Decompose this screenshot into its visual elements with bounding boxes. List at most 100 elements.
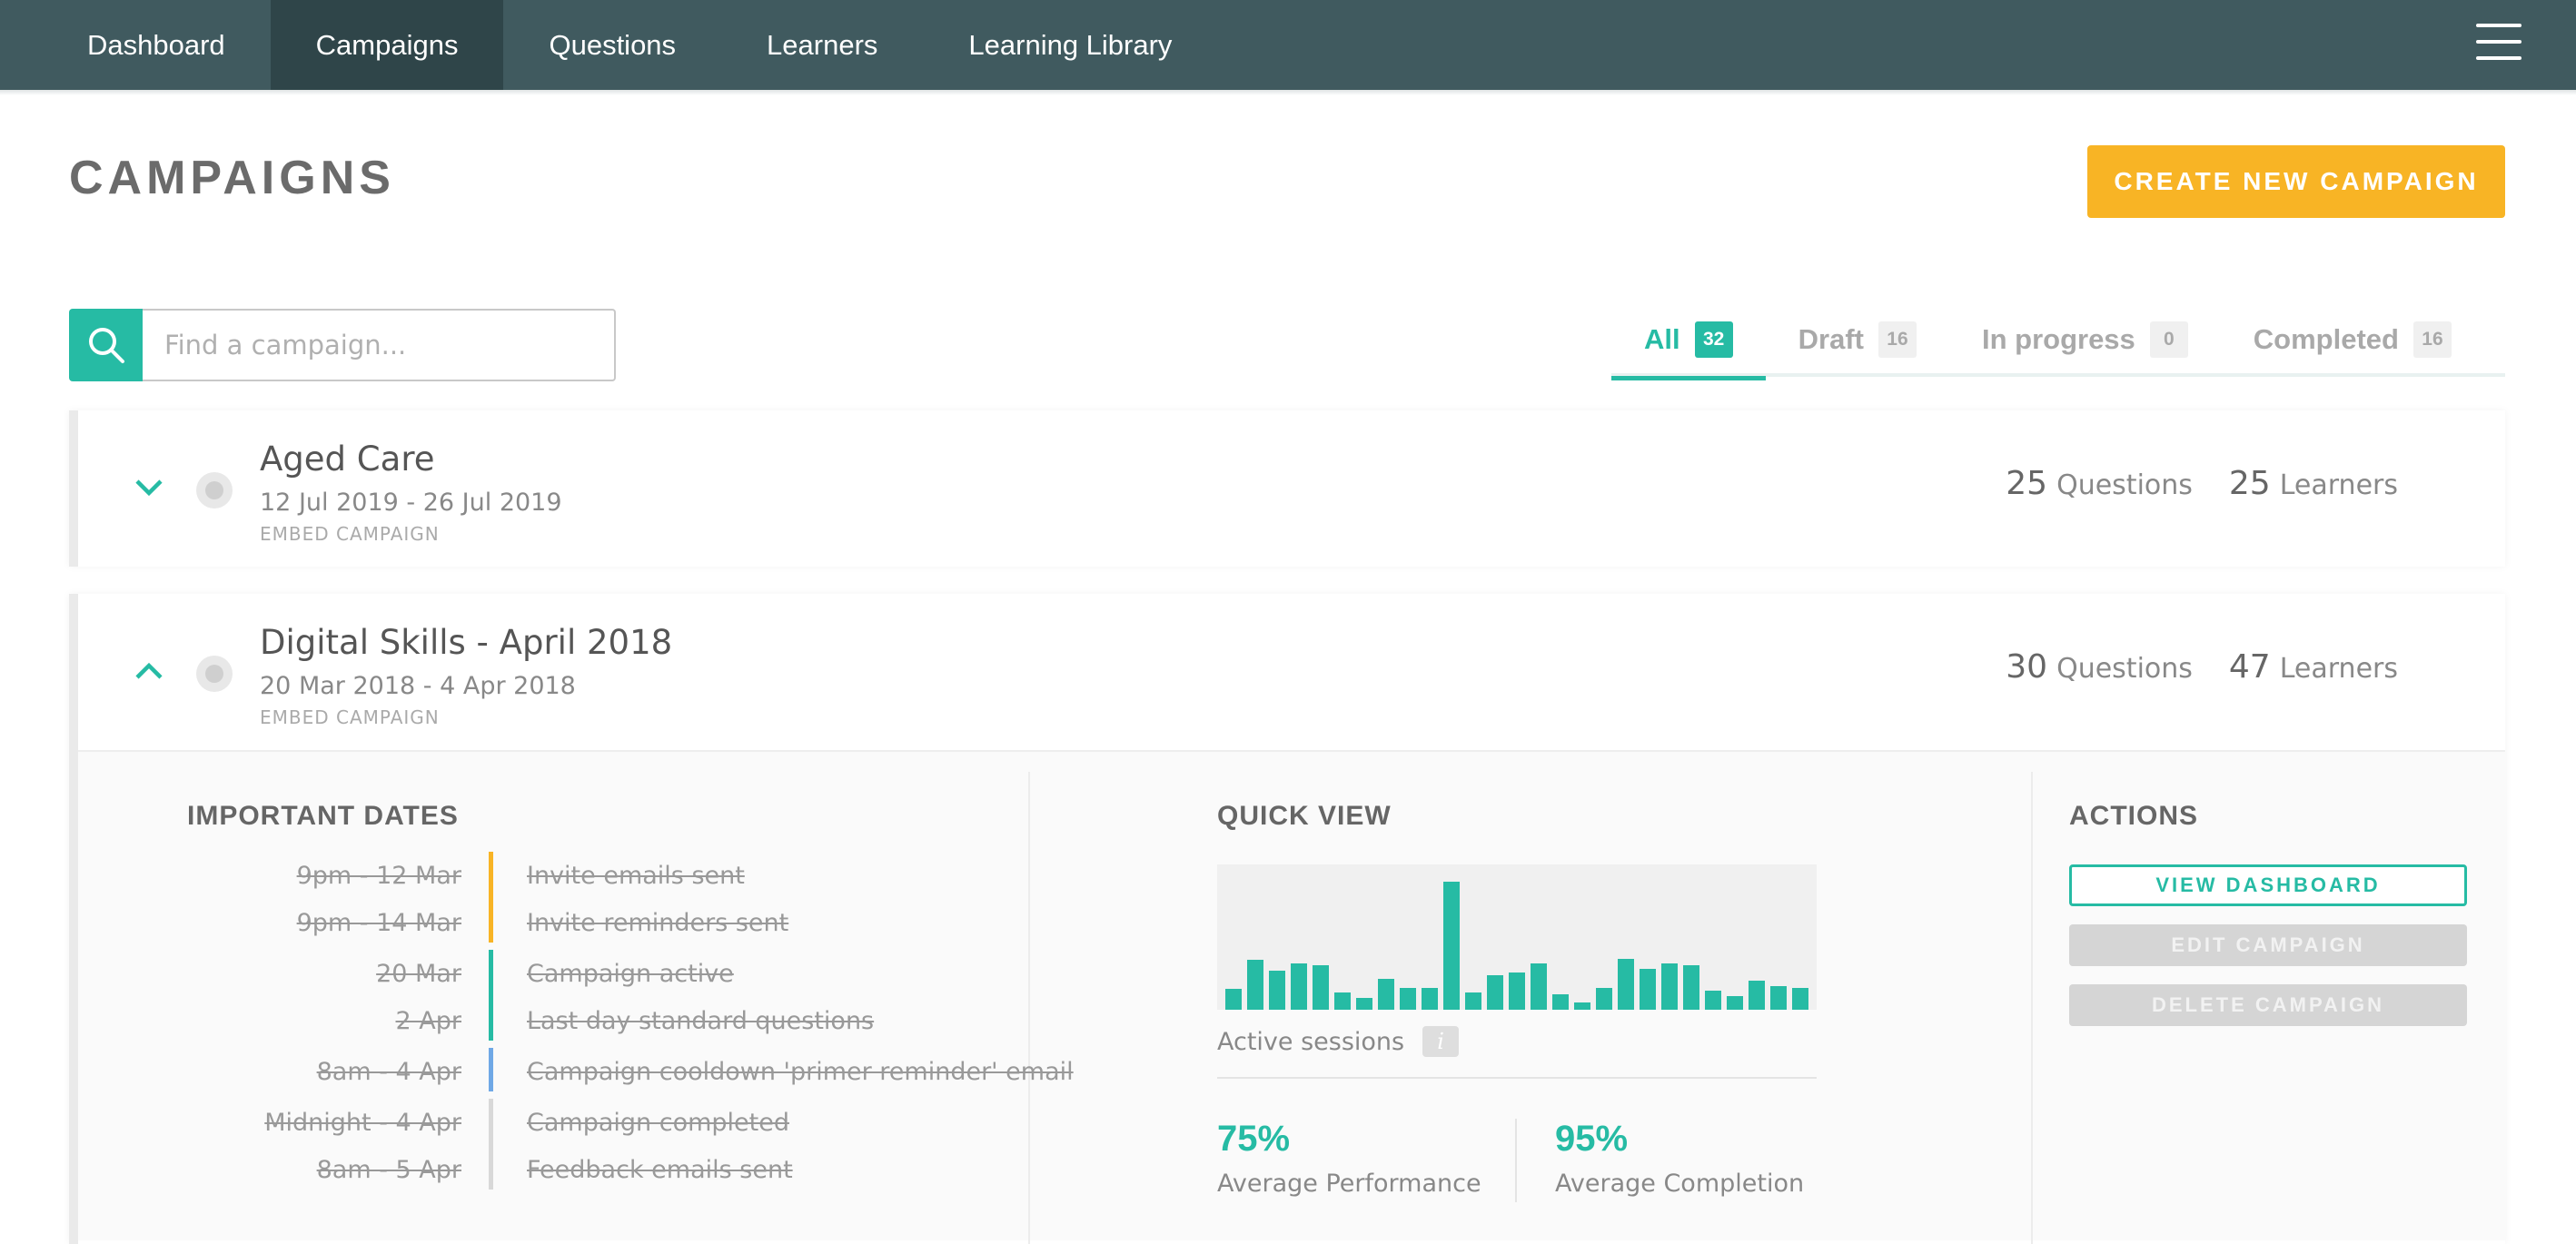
- campaign-card-aged-care: Aged Care 12 Jul 2019 - 26 Jul 2019 EMBE…: [69, 410, 2505, 567]
- top-nav: Dashboard Campaigns Questions Learners L…: [0, 0, 2576, 90]
- campaign-type: EMBED CAMPAIGN: [260, 523, 440, 545]
- chart-bar: [1618, 958, 1634, 1010]
- tab-all[interactable]: All 32: [1611, 302, 1766, 380]
- date-timeline-bar: [489, 997, 493, 1041]
- date-event: Feedback emails sent: [527, 1155, 793, 1184]
- campaign-header[interactable]: Digital Skills - April 2018 20 Mar 2018 …: [78, 594, 2505, 750]
- average-completion-value: 95%: [1555, 1119, 1629, 1159]
- chart-bar: [1465, 992, 1481, 1010]
- important-dates-title: IMPORTANT DATES: [187, 801, 459, 831]
- nav-item-learners[interactable]: Learners: [721, 0, 923, 90]
- search-icon: [88, 328, 124, 363]
- date-when: 20 Mar: [376, 959, 461, 988]
- date-timeline-bar: [489, 950, 493, 1001]
- questions-label: Questions: [2056, 469, 2193, 501]
- chart-bar: [1356, 997, 1372, 1010]
- quick-view-title: QUICK VIEW: [1217, 801, 1392, 831]
- questions-count: 30: [2006, 648, 2048, 686]
- chevron-up-icon[interactable]: [134, 661, 163, 681]
- questions-stat: 25 Questions: [2006, 465, 2193, 502]
- column-divider: [1028, 772, 1030, 1244]
- date-event: Invite emails sent: [527, 861, 745, 890]
- tab-label: All: [1644, 323, 1680, 355]
- chart-bar: [1378, 979, 1394, 1010]
- date-timeline-bar: [489, 852, 493, 903]
- chart-bar: [1313, 965, 1329, 1010]
- create-campaign-button[interactable]: CREATE NEW CAMPAIGN: [2087, 145, 2505, 218]
- chevron-down-icon[interactable]: [134, 478, 163, 498]
- campaign-header[interactable]: Aged Care 12 Jul 2019 - 26 Jul 2019 EMBE…: [78, 410, 2505, 567]
- hamburger-icon[interactable]: [2476, 24, 2522, 60]
- date-event: Last day standard questions: [527, 1006, 875, 1035]
- active-sessions-label: Active sessions i: [1217, 1026, 1460, 1057]
- campaign-stats: 30 Questions 47 Learners: [2006, 648, 2398, 686]
- chart-bar: [1770, 985, 1787, 1010]
- chart-bar: [1422, 987, 1438, 1010]
- learners-label: Learners: [2279, 653, 2398, 685]
- search-button[interactable]: [69, 309, 143, 381]
- campaign-stats: 25 Questions 25 Learners: [2006, 465, 2398, 502]
- tab-count: 16: [2413, 321, 2452, 358]
- campaign-search: [69, 309, 616, 381]
- date-when: 8am - 5 Apr: [316, 1155, 461, 1184]
- tab-label: In progress: [1981, 323, 2135, 355]
- tab-label: Completed: [2253, 323, 2399, 355]
- chart-bar: [1574, 1002, 1590, 1010]
- campaign-dates: 20 Mar 2018 - 4 Apr 2018: [260, 672, 576, 700]
- chart-bar: [1749, 981, 1765, 1010]
- info-icon[interactable]: i: [1422, 1026, 1460, 1057]
- average-performance-value: 75%: [1217, 1119, 1291, 1159]
- average-performance-label: Average Performance: [1217, 1170, 1481, 1198]
- date-timeline-bar: [489, 1099, 493, 1150]
- chart-bar: [1531, 963, 1547, 1010]
- search-input[interactable]: [143, 309, 616, 381]
- chart-bar: [1225, 989, 1242, 1010]
- campaign-dates: 12 Jul 2019 - 26 Jul 2019: [260, 489, 562, 517]
- learners-count: 47: [2228, 648, 2271, 686]
- questions-count: 25: [2006, 465, 2048, 502]
- status-dot-icon: [196, 472, 233, 508]
- page-title: CAMPAIGNS: [69, 152, 395, 204]
- tab-count: 0: [2149, 321, 2188, 358]
- date-timeline-bar: [489, 899, 493, 943]
- date-when: 9pm - 12 Mar: [296, 861, 461, 890]
- edit-campaign-button[interactable]: EDIT CAMPAIGN: [2069, 924, 2467, 966]
- date-when: 8am - 4 Apr: [316, 1057, 461, 1086]
- date-timeline-bar: [489, 1048, 493, 1091]
- questions-stat: 30 Questions: [2006, 648, 2193, 686]
- date-when: Midnight - 4 Apr: [264, 1108, 461, 1137]
- nav-item-campaigns[interactable]: Campaigns: [270, 0, 504, 90]
- chart-bar: [1487, 975, 1503, 1010]
- nav-item-questions[interactable]: Questions: [503, 0, 721, 90]
- chart-bar: [1509, 972, 1525, 1010]
- chart-bar: [1400, 987, 1416, 1010]
- campaign-details: IMPORTANT DATES 9pm - 12 Mar Invite email…: [78, 750, 2505, 1244]
- chart-bar: [1596, 987, 1612, 1010]
- tab-completed[interactable]: Completed 16: [2221, 302, 2484, 377]
- learners-label: Learners: [2279, 469, 2398, 501]
- chart-bar: [1640, 968, 1656, 1010]
- nav-item-learning-library[interactable]: Learning Library: [923, 0, 1217, 90]
- learners-stat: 47 Learners: [2229, 648, 2398, 686]
- column-divider: [2031, 772, 2033, 1244]
- campaign-name: Aged Care: [260, 439, 435, 479]
- view-dashboard-button[interactable]: VIEW DASHBOARD: [2069, 864, 2467, 906]
- status-dot-icon: [196, 656, 233, 692]
- actions-title: ACTIONS: [2069, 801, 2198, 831]
- tab-in-progress[interactable]: In progress 0: [1949, 302, 2221, 377]
- campaign-card-digital-skills: Digital Skills - April 2018 20 Mar 2018 …: [69, 594, 2505, 1244]
- chart-bar: [1269, 970, 1285, 1010]
- chart-bar: [1247, 960, 1263, 1010]
- metric-divider: [1515, 1119, 1517, 1202]
- nav-item-dashboard[interactable]: Dashboard: [0, 0, 271, 90]
- tab-draft[interactable]: Draft 16: [1766, 302, 1949, 377]
- date-event: Campaign cooldown 'primer reminder' emai…: [527, 1057, 1074, 1086]
- date-event: Campaign completed: [527, 1108, 789, 1137]
- date-when: 9pm - 14 Mar: [296, 908, 461, 937]
- chart-bar: [1443, 881, 1460, 1010]
- tab-count: 32: [1694, 321, 1733, 358]
- delete-campaign-button[interactable]: DELETE CAMPAIGN: [2069, 984, 2467, 1026]
- learners-stat: 25 Learners: [2229, 465, 2398, 502]
- sessions-label-text: Active sessions: [1217, 1027, 1405, 1056]
- questions-label: Questions: [2056, 653, 2193, 685]
